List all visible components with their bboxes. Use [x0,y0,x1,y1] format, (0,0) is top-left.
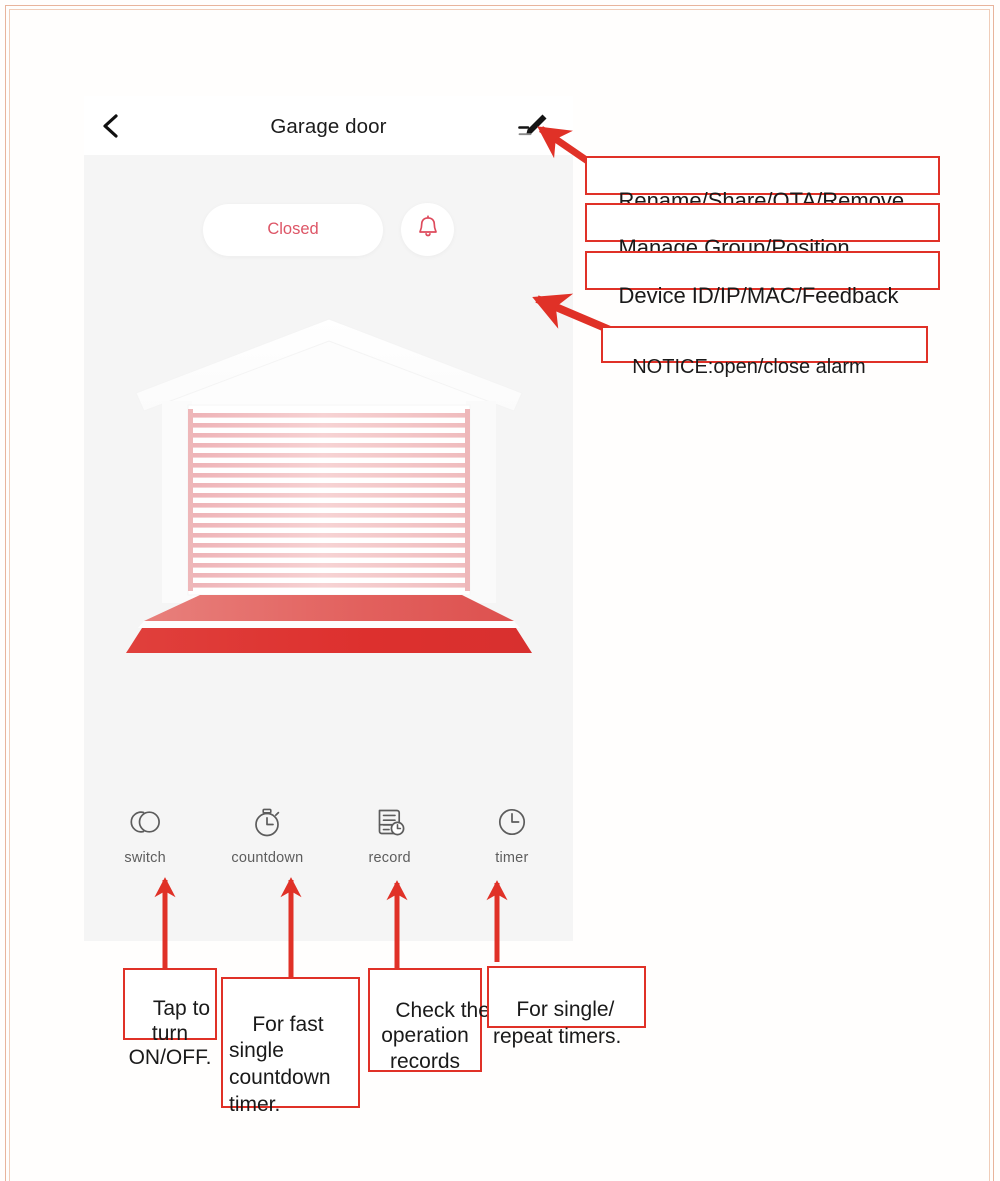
tool-countdown-label: countdown [231,850,304,866]
status-badge-label: Closed [267,220,319,238]
annotation-notice-open-close-alarm: NOTICE:open/close alarm [601,326,928,378]
alarm-button[interactable] [401,203,454,256]
screenshot-root: Garage door Closed switch countdown reco… [0,0,1000,1181]
tool-countdown[interactable]: countdown [213,803,321,866]
bell-icon [415,214,441,245]
tool-timer[interactable]: timer [458,803,566,866]
device-control-screen: Closed switch countdown record timer [84,155,573,941]
record-icon [371,803,409,841]
annotation-rename-share-ota-remove: Rename/Share/OTA/Remove [585,156,940,213]
switch-icon [126,803,164,841]
countdown-icon [248,803,286,841]
status-row: Closed [84,203,573,256]
annotation-manage-group-position: Manage Group/Position [585,203,940,260]
garage-door-illustration [84,315,573,695]
annotation-device-id-ip-mac-feedback: Device ID/IP/MAC/Feedback [585,251,940,308]
annotation-record-note: Check the operation records [368,968,490,1073]
status-badge[interactable]: Closed [203,203,383,256]
annotation-switch-note: Tap to turn ON/OFF. [123,968,217,1069]
tool-timer-label: timer [495,850,529,866]
pencil-edit-icon[interactable] [517,110,549,142]
tool-switch[interactable]: switch [91,803,199,866]
page-title: Garage door [270,115,387,138]
mobile-app-view: Garage door Closed switch countdown reco… [84,96,573,941]
annotation-timer-note: For single/ repeat timers. [487,966,646,1048]
tool-bar: switch countdown record timer [84,803,573,866]
app-header: Garage door [84,96,573,155]
tool-record[interactable]: record [336,803,444,866]
timer-icon [493,803,531,841]
tool-record-label: record [368,850,411,866]
tool-switch-label: switch [124,850,166,866]
annotation-countdown-note: For fast single countdown timer. [221,977,360,1116]
